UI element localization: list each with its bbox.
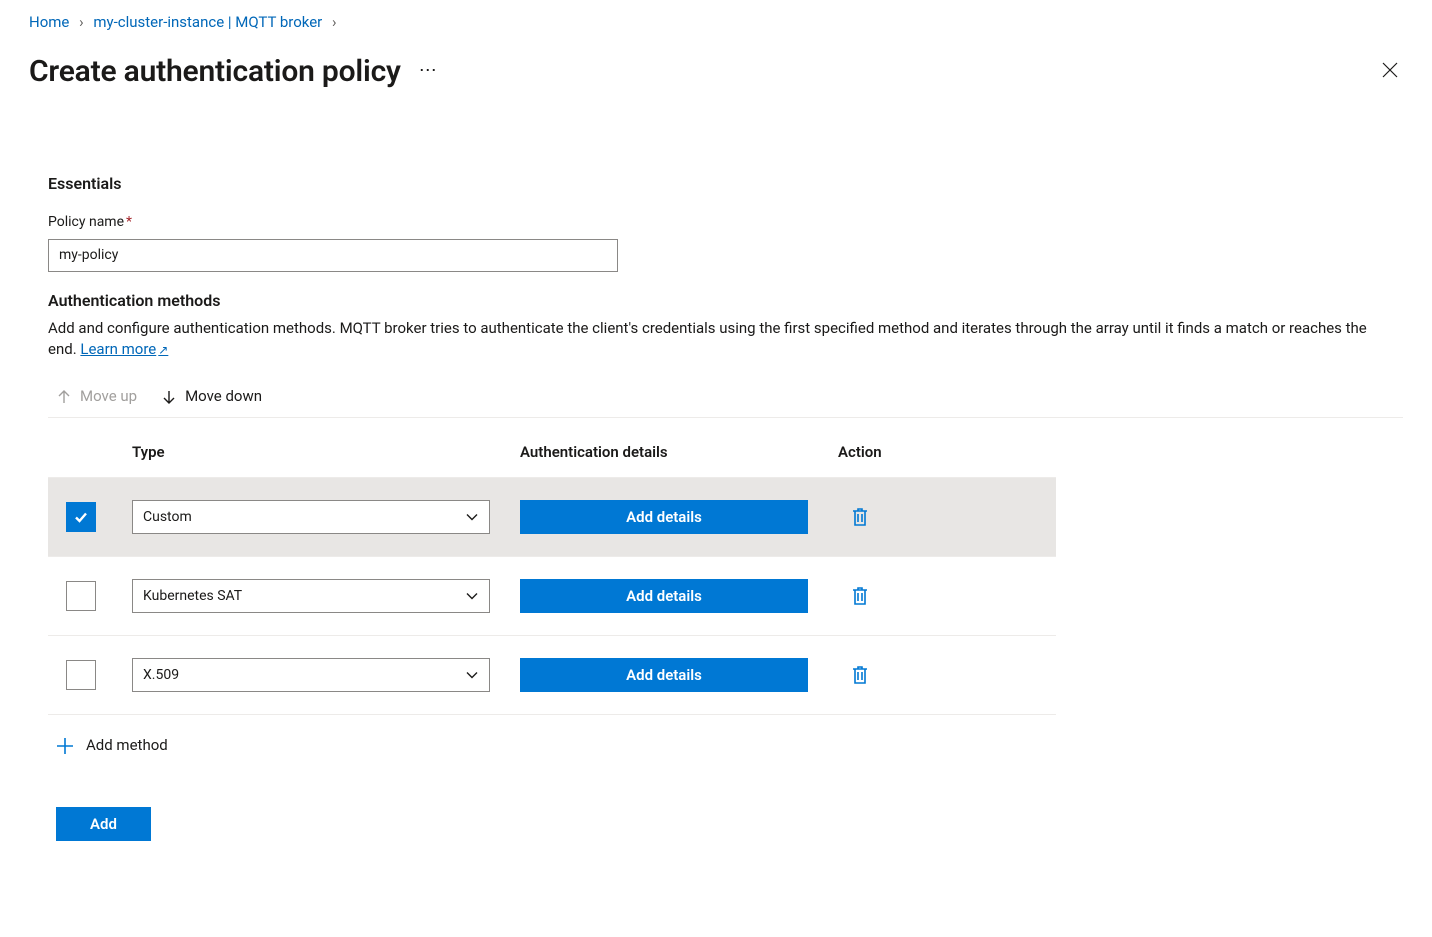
row-checkbox[interactable] <box>66 660 96 690</box>
row-checkbox[interactable] <box>66 581 96 611</box>
add-details-button[interactable]: Add details <box>520 579 808 613</box>
col-details-header: Authentication details <box>520 442 838 463</box>
more-actions-icon[interactable]: ⋯ <box>419 62 437 82</box>
add-details-button[interactable]: Add details <box>520 500 808 534</box>
delete-row-button[interactable] <box>850 506 870 528</box>
delete-row-button[interactable] <box>850 664 870 686</box>
chevron-down-icon <box>465 589 479 603</box>
add-button[interactable]: Add <box>56 807 151 841</box>
plus-icon <box>56 737 74 755</box>
type-select-value: X.509 <box>143 666 179 686</box>
col-type-header: Type <box>132 442 520 463</box>
chevron-down-icon <box>465 510 479 524</box>
table-header: Type Authentication details Action <box>48 442 1056 478</box>
policy-name-input[interactable] <box>48 239 618 272</box>
add-details-button[interactable]: Add details <box>520 658 808 692</box>
type-select-value: Kubernetes SAT <box>143 587 242 607</box>
arrow-down-icon <box>161 389 177 405</box>
type-select[interactable]: Kubernetes SAT <box>132 579 490 613</box>
type-select[interactable]: Custom <box>132 500 490 534</box>
table-row: Kubernetes SAT Add details <box>48 557 1056 636</box>
external-link-icon: ↗ <box>158 343 168 357</box>
essentials-heading: Essentials <box>48 173 1403 195</box>
arrow-up-icon <box>56 389 72 405</box>
page-title: Create authentication policy <box>29 51 401 93</box>
policy-name-label: Policy name* <box>48 213 1403 233</box>
auth-methods-table: Type Authentication details Action Custo… <box>48 442 1056 715</box>
required-indicator-icon: * <box>126 214 132 230</box>
learn-more-link[interactable]: Learn more↗ <box>80 340 168 358</box>
add-method-button[interactable]: Add method <box>56 735 168 756</box>
type-select-value: Custom <box>143 508 192 528</box>
breadcrumb-separator-icon: › <box>79 13 84 31</box>
auth-methods-heading: Authentication methods <box>48 290 1403 312</box>
table-row: X.509 Add details <box>48 636 1056 715</box>
table-row: Custom Add details <box>48 478 1056 557</box>
delete-row-button[interactable] <box>850 585 870 607</box>
breadcrumb-home[interactable]: Home <box>29 13 69 31</box>
breadcrumb-separator-icon: › <box>332 13 337 31</box>
breadcrumb: Home › my-cluster-instance | MQTT broker… <box>0 6 1432 33</box>
move-up-button: Move up <box>56 386 137 407</box>
row-checkbox[interactable] <box>66 502 96 532</box>
move-down-button[interactable]: Move down <box>161 386 262 407</box>
chevron-down-icon <box>465 668 479 682</box>
close-icon[interactable] <box>1377 57 1403 88</box>
type-select[interactable]: X.509 <box>132 658 490 692</box>
auth-methods-description: Add and configure authentication methods… <box>48 318 1368 360</box>
breadcrumb-cluster[interactable]: my-cluster-instance | MQTT broker <box>93 13 322 31</box>
col-action-header: Action <box>838 442 1056 463</box>
